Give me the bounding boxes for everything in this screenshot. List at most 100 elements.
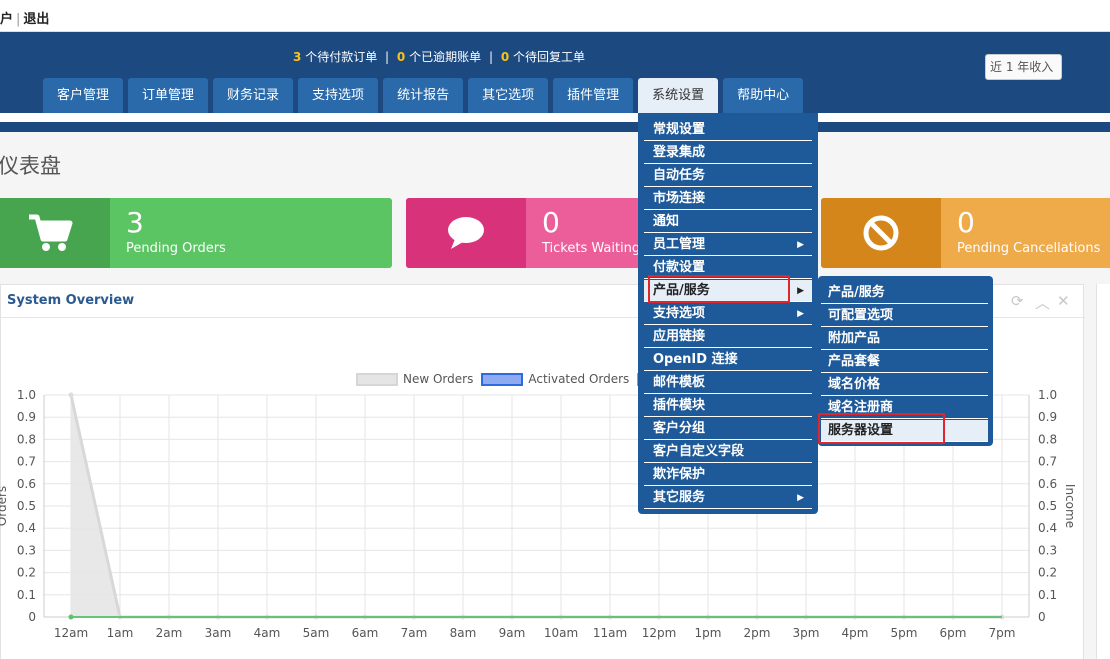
tab-addons[interactable]: 插件管理 — [553, 78, 634, 113]
header: 3 个待付款订单 | 0 个已逾期账单 | 0 个待回复工单 客户管理 订单管理… — [0, 32, 1110, 113]
menu-item-label: 通知 — [653, 214, 680, 229]
year-income-button[interactable]: 近 1 年收入 — [985, 54, 1063, 80]
tab-help[interactable]: 帮助中心 — [723, 78, 804, 113]
menu-item-label: 员工管理 — [653, 237, 706, 252]
chevron-right-icon: ▶ — [797, 309, 804, 319]
x-tick-label: 2am — [156, 626, 183, 640]
y2-tick-label: 0.8 — [1038, 432, 1057, 446]
menu-item-marketconnect[interactable]: 市场连接 — [644, 188, 812, 210]
tab-utilities[interactable]: 其它选项 — [468, 78, 549, 113]
alert-summary: 3 个待付款订单 | 0 个已逾期账单 | 0 个待回复工单 — [293, 48, 585, 65]
cart-icon — [0, 198, 110, 268]
y2-tick-label: 0.3 — [1038, 543, 1057, 557]
overdue-invoices-link[interactable]: 个已逾期账单 — [409, 50, 481, 64]
x-tick-label: 4am — [254, 626, 281, 640]
tickets-awaiting-link[interactable]: 个待回复工单 — [513, 50, 585, 64]
unpaid-orders-link[interactable]: 个待付款订单 — [305, 50, 377, 64]
x-tick-label: 5am — [303, 626, 330, 640]
separator: | — [385, 50, 390, 64]
submenu-item-products-services[interactable]: 产品/服务 — [821, 282, 988, 304]
tab-billing[interactable]: 财务记录 — [213, 78, 294, 113]
x-tick-label: 3pm — [793, 626, 820, 640]
close-icon[interactable]: ✕ — [1057, 292, 1070, 310]
x-tick-label: 3am — [205, 626, 232, 640]
menu-item-label: 登录集成 — [653, 145, 706, 160]
tab-clients[interactable]: 客户管理 — [43, 78, 124, 113]
menu-item-client-groups[interactable]: 客户分组 — [644, 418, 812, 440]
menu-item-addon-modules[interactable]: 插件模块 — [644, 395, 812, 417]
y-tick-label: 0.9 — [17, 410, 36, 424]
setup-dropdown-menu: 常规设置 登录集成 自动任务 市场连接 通知 员工管理 ▶ 付款设置 产品/服务 ▶ 支持选项 ▶ 应用… — [638, 113, 818, 514]
submenu-item-label: 域名价格 — [828, 377, 881, 392]
submenu-item-domain-pricing[interactable]: 域名价格 — [821, 374, 988, 396]
x-tick-label: 7am — [401, 626, 428, 640]
menu-item-support-settings[interactable]: 支持选项 ▶ — [644, 303, 812, 325]
submenu-item-product-bundles[interactable]: 产品套餐 — [821, 351, 988, 373]
y2-tick-label: 0.4 — [1038, 521, 1057, 535]
menu-item-application-links[interactable]: 应用链接 — [644, 326, 812, 348]
menu-item-email-templates[interactable]: 邮件模板 — [644, 372, 812, 394]
x-tick-label: 9am — [499, 626, 526, 640]
logout-link[interactable]: 退出 — [23, 12, 49, 27]
chat-bubble-icon — [406, 198, 526, 268]
x-tick-label: 6pm — [940, 626, 967, 640]
submenu-item-configurable-options[interactable]: 可配置选项 — [821, 305, 988, 327]
refresh-icon[interactable]: ⟳ — [1011, 292, 1024, 310]
menu-item-label: OpenID 连接 — [653, 352, 738, 367]
submenu-item-product-addons[interactable]: 附加产品 — [821, 328, 988, 350]
y-axis-title: Orders — [0, 486, 9, 526]
tickets-waiting-card[interactable]: 0 Tickets Waiting — [406, 198, 646, 268]
pending-orders-card[interactable]: 3 Pending Orders — [0, 198, 392, 268]
tickets-awaiting-count[interactable]: 0 — [501, 50, 509, 64]
menu-item-label: 支持选项 — [653, 306, 706, 321]
y-tick-label: 0.4 — [17, 521, 36, 535]
tab-orders[interactable]: 订单管理 — [128, 78, 209, 113]
y2-tick-label: 0.5 — [1038, 499, 1057, 513]
account-link[interactable]: 户 — [0, 12, 13, 27]
tab-reports[interactable]: 统计报告 — [383, 78, 464, 113]
highlight-box-products — [648, 275, 790, 303]
chevron-right-icon: ▶ — [797, 240, 804, 250]
y2-tick-label: 1.0 — [1038, 388, 1057, 402]
menu-item-label: 其它服务 — [653, 490, 706, 505]
x-tick-label: 7pm — [989, 626, 1016, 640]
pending-cancellations-label: Pending Cancellations — [957, 241, 1101, 256]
top-bar: 户 | 退出 — [0, 0, 1110, 32]
y-tick-label: 0 — [28, 610, 36, 624]
y2-axis-title: Income — [1063, 484, 1077, 528]
x-tick-label: 6am — [352, 626, 379, 640]
menu-item-notifications[interactable]: 通知 — [644, 211, 812, 233]
submenu-item-label: 附加产品 — [828, 331, 881, 346]
collapse-icon[interactable]: ︿ — [1035, 292, 1050, 313]
menu-item-label: 邮件模板 — [653, 375, 706, 390]
menu-item-openid-connect[interactable]: OpenID 连接 — [644, 349, 812, 371]
y2-tick-label: 0.7 — [1038, 455, 1057, 469]
chevron-right-icon: ▶ — [797, 286, 804, 296]
tab-setup[interactable]: 系统设置 — [638, 78, 719, 113]
income-point — [68, 614, 74, 620]
menu-item-custom-client-fields[interactable]: 客户自定义字段 — [644, 441, 812, 463]
menu-item-other-services[interactable]: 其它服务 ▶ — [644, 487, 812, 509]
overdue-invoices-count[interactable]: 0 — [397, 50, 405, 64]
highlight-box-server-settings — [818, 413, 945, 444]
pending-cancellations-card[interactable]: 0 Pending Cancellations — [821, 198, 1110, 268]
menu-item-label: 市场连接 — [653, 191, 706, 206]
tickets-waiting-label: Tickets Waiting — [542, 241, 641, 256]
menu-item-general-settings[interactable]: 常规设置 — [644, 119, 812, 141]
menu-item-label: 付款设置 — [653, 260, 706, 275]
menu-item-fraud-protection[interactable]: 欺诈保护 — [644, 464, 812, 486]
right-column — [1096, 284, 1110, 659]
pending-orders-value: 3 — [126, 206, 144, 239]
menu-item-label: 欺诈保护 — [653, 467, 706, 482]
y2-tick-label: 0.9 — [1038, 410, 1057, 424]
menu-item-staff-management[interactable]: 员工管理 ▶ — [644, 234, 812, 256]
x-tick-label: 4pm — [842, 626, 869, 640]
account-links: 户 | 退出 — [0, 12, 50, 27]
separator: | — [488, 50, 493, 64]
menu-item-sign-in-integrations[interactable]: 登录集成 — [644, 142, 812, 164]
unpaid-orders-count[interactable]: 3 — [293, 50, 301, 64]
nav-underline — [0, 113, 1110, 122]
y-tick-label: 1.0 — [17, 388, 36, 402]
tab-support[interactable]: 支持选项 — [298, 78, 379, 113]
menu-item-automation-settings[interactable]: 自动任务 — [644, 165, 812, 187]
